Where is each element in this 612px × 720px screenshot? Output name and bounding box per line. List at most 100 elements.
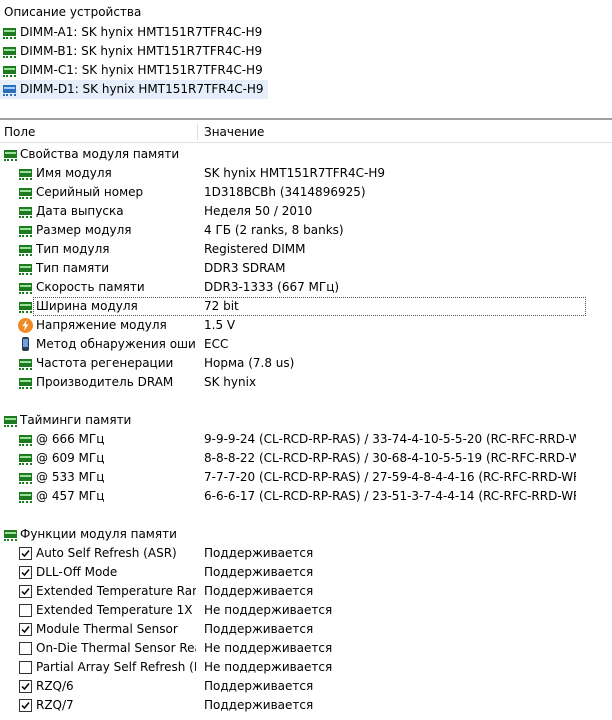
property-list: Свойства модуля памяти Имя модуля SK hyni… <box>0 145 612 715</box>
property-label: Дата выпуска <box>36 204 124 218</box>
property-value: SK hynix <box>204 375 257 389</box>
feature-row[interactable]: RZQ/7 Поддерживается <box>0 696 612 715</box>
group-memory-module-features[interactable]: Функции модуля памяти <box>0 525 612 544</box>
property-row[interactable]: Дата выпуска Неделя 50 / 2010 <box>0 202 612 221</box>
timing-label: @ 457 МГц <box>36 489 105 503</box>
feature-row[interactable]: Partial Array Self Refresh (PA... Не подд… <box>0 658 612 677</box>
memory-module-icon <box>18 204 33 219</box>
memory-module-icon <box>3 66 16 77</box>
checkbox-checked-icon[interactable] <box>18 565 33 580</box>
feature-label: On-Die Thermal Sensor Read... <box>36 641 196 655</box>
memory-module-icon <box>3 527 18 542</box>
feature-row[interactable]: Module Thermal Sensor Поддерживается <box>0 620 612 639</box>
memory-module-icon <box>3 413 18 428</box>
voltage-bolt-icon <box>18 318 33 333</box>
feature-value: Поддерживается <box>204 679 314 693</box>
property-value: Неделя 50 / 2010 <box>204 204 313 218</box>
feature-row[interactable]: Auto Self Refresh (ASR) Поддерживается <box>0 544 612 563</box>
property-value: SK hynix HMT151R7TFR4C-H9 <box>204 166 386 180</box>
checkbox-unchecked-icon[interactable] <box>18 660 33 675</box>
property-row[interactable]: Напряжение модуля 1.5 V <box>0 316 612 335</box>
property-label: Ширина модуля <box>36 299 138 313</box>
property-row[interactable]: Тип модуля Registered DIMM <box>0 240 612 259</box>
checkbox-checked-icon[interactable] <box>18 584 33 599</box>
device-description-panel: Описание устройства DIMM-A1: SK hynix HM… <box>0 0 612 118</box>
property-row[interactable]: Размер модуля 4 ГБ (2 ranks, 8 banks) <box>0 221 612 240</box>
memory-module-icon <box>3 147 18 162</box>
timing-row[interactable]: @ 457 МГц 6-6-6-17 (CL-RCD-RP-RAS) / 23-5… <box>0 487 612 506</box>
property-label: Частота регенерации <box>36 356 174 370</box>
property-label: Скорость памяти <box>36 280 145 294</box>
feature-row[interactable]: Extended Temperature 1X Re... Не поддержи… <box>0 601 612 620</box>
property-label: Имя модуля <box>36 166 112 180</box>
checkbox-unchecked-icon[interactable] <box>18 603 33 618</box>
feature-row[interactable]: DLL-Off Mode Поддерживается <box>0 563 612 582</box>
property-label: Напряжение модуля <box>36 318 167 332</box>
feature-row[interactable]: Extended Temperature Range Поддерживается <box>0 582 612 601</box>
memory-module-icon <box>3 85 16 96</box>
column-separator[interactable] <box>197 124 198 140</box>
property-value: 4 ГБ (2 ranks, 8 banks) <box>204 223 344 237</box>
checkbox-checked-icon[interactable] <box>18 679 33 694</box>
dimm-item-label: DIMM-A1: SK hynix HMT151R7TFR4C-H9 <box>20 25 263 39</box>
feature-row[interactable]: On-Die Thermal Sensor Read... Не поддержи… <box>0 639 612 658</box>
property-label: Тип памяти <box>36 261 110 275</box>
feature-value: Поддерживается <box>204 565 314 579</box>
spacer-row <box>0 506 612 525</box>
dimm-item-label: DIMM-D1: SK hynix HMT151R7TFR4C-H9 <box>20 82 264 96</box>
property-row[interactable]: Метод обнаружения ошибо... ECC <box>0 335 612 354</box>
checkbox-unchecked-icon[interactable] <box>18 641 33 656</box>
memory-module-icon <box>18 261 33 276</box>
feature-label: Extended Temperature 1X Re... <box>36 603 196 617</box>
column-header-field[interactable]: Поле <box>4 122 35 142</box>
property-row[interactable]: Серийный номер 1D318BCBh (3414896925) <box>0 183 612 202</box>
memory-module-icon <box>18 299 33 314</box>
column-header-bar: Поле Значение <box>0 122 612 143</box>
timing-row[interactable]: @ 666 МГц 9-9-9-24 (CL-RCD-RP-RAS) / 33-7… <box>0 430 612 449</box>
group-memory-module-properties[interactable]: Свойства модуля памяти <box>0 145 612 164</box>
timing-label: @ 666 МГц <box>36 432 105 446</box>
feature-label: Partial Array Self Refresh (PA... <box>36 660 196 674</box>
memory-module-icon <box>3 28 16 39</box>
group-title: Свойства модуля памяти <box>20 147 180 161</box>
feature-value: Поддерживается <box>204 546 314 560</box>
timing-row[interactable]: @ 609 МГц 8-8-8-22 (CL-RCD-RP-RAS) / 30-6… <box>0 449 612 468</box>
spacer-row <box>0 392 612 411</box>
memory-module-icon <box>18 242 33 257</box>
dimm-item-c1[interactable]: DIMM-C1: SK hynix HMT151R7TFR4C-H9 <box>0 61 268 80</box>
property-row[interactable]: Скорость памяти DDR3-1333 (667 МГц) <box>0 278 612 297</box>
feature-row[interactable]: RZQ/6 Поддерживается <box>0 677 612 696</box>
memory-module-icon <box>18 280 33 295</box>
property-label: Тип модуля <box>36 242 110 256</box>
property-value: DDR3 SDRAM <box>204 261 286 275</box>
property-row[interactable]: Частота регенерации Норма (7.8 us) <box>0 354 612 373</box>
panel-splitter[interactable] <box>0 118 612 120</box>
device-description-header: Описание устройства <box>4 5 142 19</box>
property-row-focused[interactable]: Ширина модуля 72 bit <box>19 297 586 316</box>
checkbox-checked-icon[interactable] <box>18 698 33 713</box>
checkbox-checked-icon[interactable] <box>18 622 33 637</box>
memory-module-icon <box>18 451 33 466</box>
property-row[interactable]: Тип памяти DDR3 SDRAM <box>0 259 612 278</box>
feature-value: Не поддерживается <box>204 641 333 655</box>
column-header-value[interactable]: Значение <box>204 122 264 142</box>
property-value: DDR3-1333 (667 МГц) <box>204 280 340 294</box>
timing-value: 9-9-9-24 (CL-RCD-RP-RAS) / 33-74-4-10-5-… <box>204 432 576 446</box>
feature-label: RZQ/6 <box>36 679 74 693</box>
timing-row[interactable]: @ 533 МГц 7-7-7-20 (CL-RCD-RP-RAS) / 27-5… <box>0 468 612 487</box>
timing-label: @ 533 МГц <box>36 470 105 484</box>
dimm-item-b1[interactable]: DIMM-B1: SK hynix HMT151R7TFR4C-H9 <box>0 42 268 61</box>
dimm-item-d1[interactable]: DIMM-D1: SK hynix HMT151R7TFR4C-H9 <box>0 80 268 99</box>
group-memory-timings[interactable]: Тайминги памяти <box>0 411 612 430</box>
dimm-item-a1[interactable]: DIMM-A1: SK hynix HMT151R7TFR4C-H9 <box>0 23 268 42</box>
property-row[interactable]: Производитель DRAM SK hynix <box>0 373 612 392</box>
feature-value: Не поддерживается <box>204 660 333 674</box>
property-value: ECC <box>204 337 229 351</box>
property-row[interactable]: Имя модуля SK hynix HMT151R7TFR4C-H9 <box>0 164 612 183</box>
memory-module-icon <box>3 47 16 58</box>
timing-value: 7-7-7-20 (CL-RCD-RP-RAS) / 27-59-4-8-4-4… <box>204 470 576 484</box>
feature-value: Поддерживается <box>204 584 314 598</box>
checkbox-checked-icon[interactable] <box>18 546 33 561</box>
memory-module-icon <box>18 223 33 238</box>
timing-label: @ 609 МГц <box>36 451 105 465</box>
